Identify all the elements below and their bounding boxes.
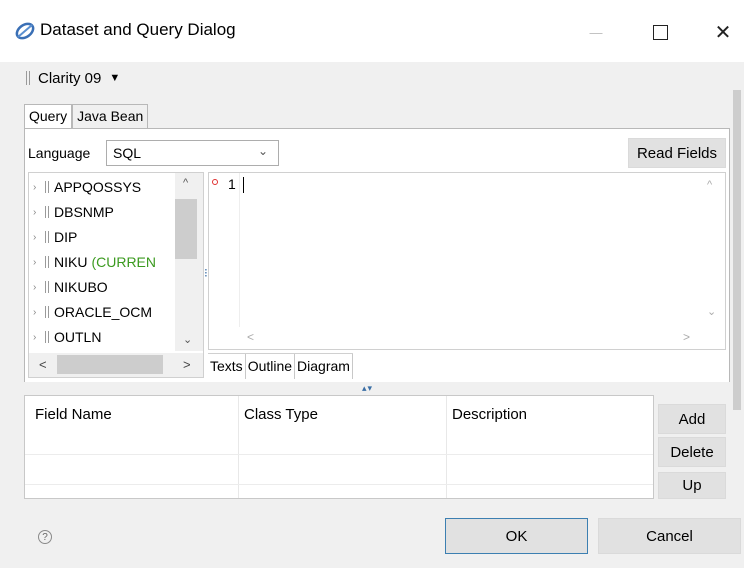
maximize-icon — [652, 24, 668, 40]
tree-item-outln[interactable]: › OUTLN — [29, 326, 101, 348]
sql-text-area[interactable] — [239, 173, 697, 327]
tree-item-nikubo[interactable]: › NIKUBO — [29, 276, 108, 298]
tree-horizontal-scrollbar[interactable]: < > — [29, 353, 203, 377]
column-header-field-name[interactable]: Field Name — [35, 406, 112, 423]
schema-icon — [45, 331, 49, 343]
tree-item-label: DIP — [54, 229, 78, 245]
scroll-right-icon[interactable]: > — [683, 330, 690, 344]
current-schema-tag: (CURREN — [91, 254, 157, 270]
fields-table: Field Name Class Type Description — [24, 395, 654, 499]
schema-tree: › APPQOSSYS › DBSNMP › DIP › NIKU (CURRE… — [28, 172, 204, 378]
column-header-description[interactable]: Description — [452, 406, 527, 423]
data-source-label: Clarity 09 — [38, 69, 102, 87]
expand-icon[interactable]: › — [33, 232, 43, 243]
tree-item-label: APPQOSSYS — [54, 179, 142, 195]
add-button[interactable]: Add — [658, 404, 726, 434]
expand-icon[interactable]: › — [33, 182, 43, 193]
expand-icon[interactable]: › — [33, 282, 43, 293]
read-fields-button[interactable]: Read Fields — [628, 138, 726, 168]
tree-hscroll-thumb[interactable] — [57, 355, 163, 374]
minimize-icon: — — [589, 24, 603, 40]
language-label: Language — [28, 145, 91, 161]
query-tabs: Query Java Bean — [24, 104, 149, 130]
scroll-up-icon[interactable]: ^ — [183, 177, 188, 189]
tree-item-label: ORACLE_OCM — [54, 304, 153, 320]
breakpoint-icon — [212, 179, 218, 185]
tree-item-appqossys[interactable]: › APPQOSSYS — [29, 176, 141, 198]
scroll-up-icon[interactable]: ^ — [707, 179, 712, 191]
tab-outline[interactable]: Outline — [245, 354, 296, 379]
scroll-left-icon[interactable]: < — [247, 330, 254, 344]
schema-icon — [45, 306, 49, 318]
delete-button[interactable]: Delete — [658, 437, 726, 467]
tree-item-label: NIKU — [54, 254, 88, 270]
editor-gutter: 1 — [209, 173, 239, 327]
expand-icon[interactable]: › — [33, 207, 43, 218]
scroll-left-icon[interactable]: < — [39, 357, 47, 372]
maximize-button[interactable] — [640, 14, 680, 50]
schema-icon — [45, 256, 49, 268]
tree-vertical-scrollbar[interactable]: ^ ⌄ — [175, 173, 203, 351]
tab-texts[interactable]: Texts — [208, 354, 246, 379]
grip-icon — [26, 71, 30, 85]
tab-java-bean[interactable]: Java Bean — [72, 104, 149, 128]
scroll-down-icon[interactable]: ⌄ — [707, 305, 716, 318]
expand-icon[interactable]: › — [33, 307, 43, 318]
dropdown-arrow-icon: ▼ — [109, 72, 121, 84]
editor-vertical-scrollbar[interactable]: ^ ⌄ — [697, 173, 725, 327]
data-source-selector[interactable]: Clarity 09 ▼ — [26, 64, 120, 92]
sql-editor[interactable]: 1 ^ ⌄ < > — [208, 172, 726, 350]
tree-item-label: OUTLN — [54, 329, 102, 345]
editor-horizontal-scrollbar[interactable]: < > — [239, 327, 697, 349]
editor-tabs: Texts Outline Diagram — [208, 353, 353, 379]
up-button[interactable]: Up — [658, 472, 726, 499]
table-row — [25, 484, 653, 485]
schema-icon — [45, 281, 49, 293]
schema-icon — [45, 206, 49, 218]
close-button[interactable]: ✕ — [703, 14, 743, 50]
schema-icon — [45, 231, 49, 243]
tree-item-dip[interactable]: › DIP — [29, 226, 77, 248]
minimize-button[interactable]: — — [576, 14, 616, 50]
expand-icon[interactable]: › — [33, 332, 43, 343]
dialog-scrollbar-thumb[interactable] — [733, 90, 741, 410]
app-logo-icon — [15, 22, 35, 40]
scroll-down-icon[interactable]: ⌄ — [183, 333, 192, 346]
tree-item-label: DBSNMP — [54, 204, 114, 220]
cancel-button[interactable]: Cancel — [598, 518, 741, 554]
schema-icon — [45, 181, 49, 193]
language-select[interactable]: SQL ⌄ — [106, 140, 279, 166]
tab-diagram[interactable]: Diagram — [295, 354, 353, 379]
tab-query[interactable]: Query — [24, 104, 73, 128]
language-value: SQL — [113, 145, 142, 161]
close-icon: ✕ — [714, 21, 732, 44]
table-row — [25, 454, 653, 455]
tree-vscroll-thumb[interactable] — [175, 199, 197, 259]
expand-icon[interactable]: › — [33, 257, 43, 268]
help-icon[interactable]: ? — [38, 530, 52, 544]
tree-item-label: NIKUBO — [54, 279, 108, 295]
chevron-down-icon: ⌄ — [257, 144, 268, 158]
column-header-class-type[interactable]: Class Type — [244, 406, 318, 423]
text-caret — [243, 177, 244, 193]
window-title: Dataset and Query Dialog — [40, 20, 236, 39]
dialog-scrollbar[interactable] — [730, 90, 744, 430]
scroll-right-icon[interactable]: > — [183, 357, 191, 372]
tree-item-niku[interactable]: › NIKU (CURREN — [29, 251, 156, 273]
horizontal-sash-handle[interactable]: ▴▾ — [362, 383, 373, 394]
title-bar: Dataset and Query Dialog — ✕ — [0, 0, 744, 62]
tree-item-oracle-ocm[interactable]: › ORACLE_OCM — [29, 301, 152, 323]
ok-button[interactable]: OK — [445, 518, 588, 554]
tree-item-dbsnmp[interactable]: › DBSNMP — [29, 201, 114, 223]
line-number: 1 — [228, 176, 236, 192]
